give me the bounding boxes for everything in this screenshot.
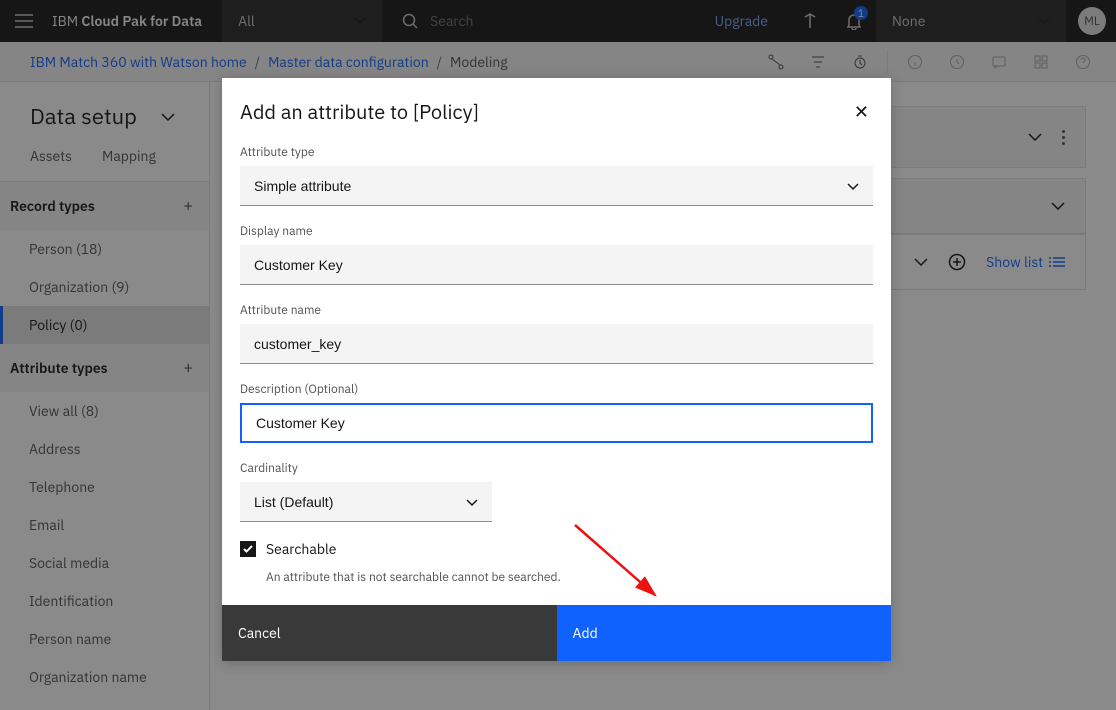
display-name-label: Display name [240, 224, 873, 239]
display-name-input[interactable] [240, 245, 873, 285]
attribute-type-value[interactable] [240, 166, 873, 206]
modal-title: Add an attribute to [Policy] [240, 98, 479, 125]
searchable-help-text: An attribute that is not searchable cann… [266, 570, 873, 585]
add-attribute-modal: Add an attribute to [Policy] ✕ Attribute… [222, 78, 891, 661]
searchable-checkbox[interactable]: Searchable [240, 540, 873, 558]
cancel-button[interactable]: Cancel [222, 605, 557, 661]
chevron-down-icon [466, 492, 478, 512]
attribute-name-input[interactable] [240, 324, 873, 364]
modal-footer: Cancel Add [222, 605, 891, 661]
attribute-name-label: Attribute name [240, 303, 873, 318]
add-button[interactable]: Add [557, 605, 892, 661]
cardinality-label: Cardinality [240, 461, 873, 476]
searchable-label: Searchable [266, 540, 336, 558]
cardinality-value[interactable] [240, 482, 492, 522]
chevron-down-icon [847, 176, 859, 196]
attribute-type-select[interactable] [240, 166, 873, 206]
cardinality-select[interactable] [240, 482, 492, 522]
attribute-type-label: Attribute type [240, 145, 873, 160]
description-label: Description (Optional) [240, 382, 873, 397]
checkbox-checked-icon [240, 541, 256, 557]
description-input[interactable] [240, 403, 873, 443]
close-icon[interactable]: ✕ [850, 96, 873, 127]
